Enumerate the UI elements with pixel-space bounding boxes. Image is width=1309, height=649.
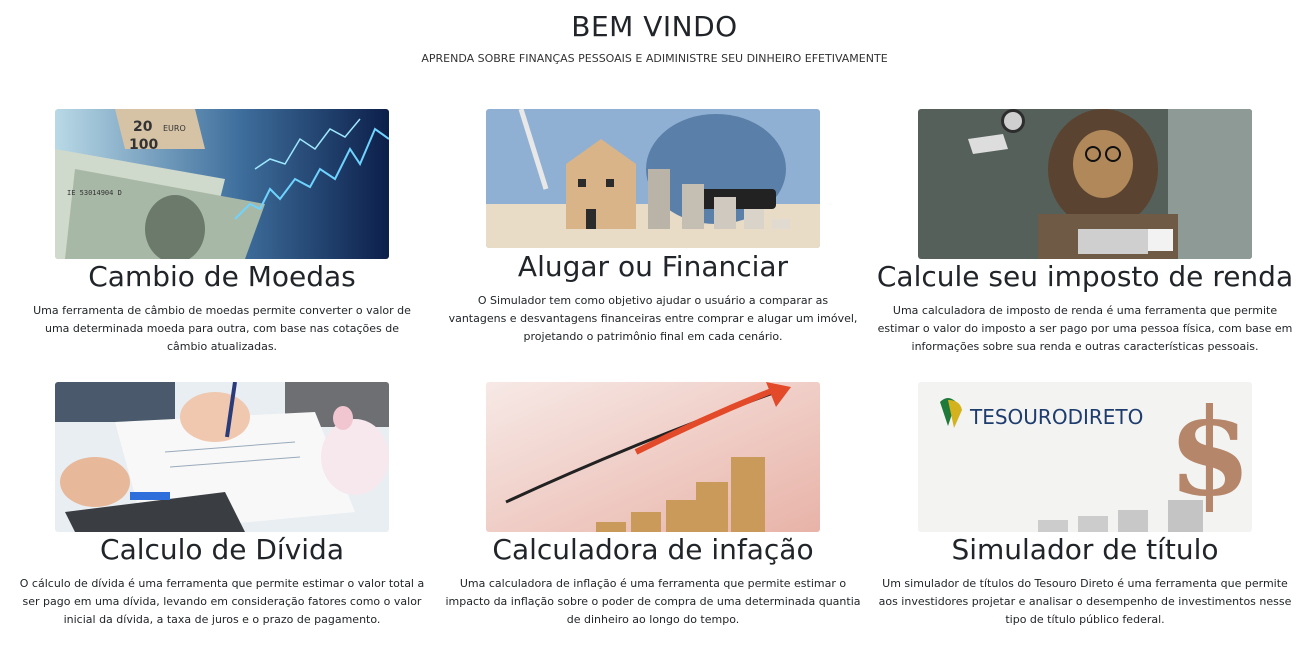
card-description: Uma ferramenta de câmbio de moedas permi… <box>33 304 411 353</box>
card-description: O cálculo de dívida é uma ferramenta que… <box>19 577 425 626</box>
coin-stacks-arrow-image[interactable] <box>486 382 820 532</box>
card-title: Calculo de Dívida <box>100 533 344 566</box>
svg-text:20: 20 <box>133 119 153 135</box>
card-description: Um simulador de títulos do Tesouro Diret… <box>878 577 1292 626</box>
card-title: Cambio de Moedas <box>88 260 356 293</box>
svg-text:EURO: EURO <box>163 124 186 133</box>
currency-exchange-image[interactable]: 20 EURO 100 IE 53014904 D <box>55 109 389 259</box>
card-description: O Simulador tem como objetivo ajudar o u… <box>448 294 858 343</box>
page-subtitle: APRENDA SOBRE FINANÇAS PESSOAIS E ADIMIN… <box>421 52 888 65</box>
tesouro-direto-image[interactable]: TESOURODIRETO $ <box>918 382 1252 532</box>
card-description: Uma calculadora de imposto de renda é um… <box>877 304 1293 353</box>
calculator-piggy-bank-image[interactable] <box>55 382 389 532</box>
card-description: Uma calculadora de inflação é uma ferram… <box>445 577 861 626</box>
house-and-coins-image[interactable] <box>486 109 820 248</box>
card-title: Simulador de título <box>951 533 1219 566</box>
card-title: Alugar ou Financiar <box>517 250 789 283</box>
lion-accountant-image[interactable] <box>918 109 1252 259</box>
svg-text:100: 100 <box>129 137 158 153</box>
card-title: Calculadora de infação <box>492 533 814 566</box>
svg-text:TESOURODIRETO: TESOURODIRETO <box>969 405 1143 429</box>
card-title: Calcule seu imposto de renda <box>876 260 1294 293</box>
svg-text:IE 53014904 D: IE 53014904 D <box>67 189 122 197</box>
page-title: BEM VINDO <box>571 10 738 43</box>
